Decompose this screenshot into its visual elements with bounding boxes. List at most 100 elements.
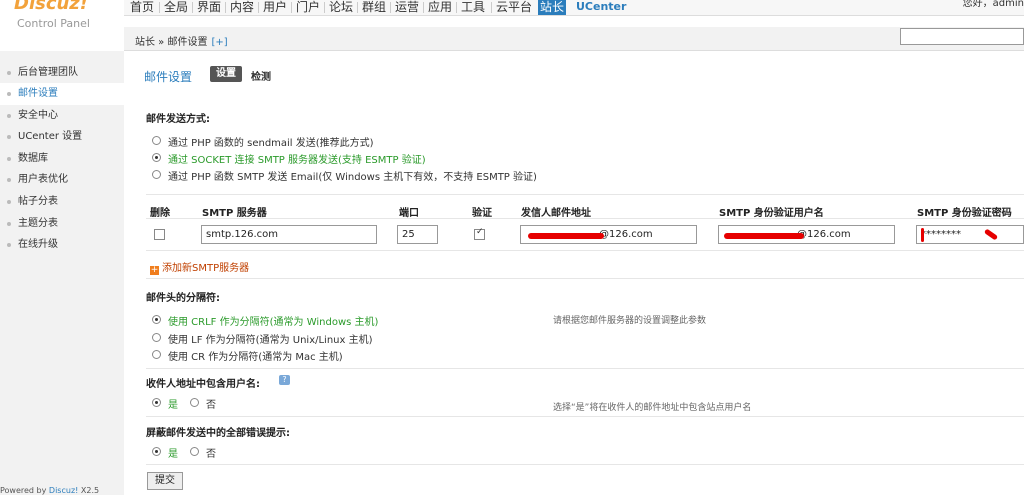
footer-prefix: Powered by [0, 486, 49, 495]
logo: Discuz! Control Panel [0, 0, 124, 36]
bullet-icon [7, 222, 11, 226]
suppress-errors-radio-no[interactable] [190, 447, 199, 456]
col-header-port: 端口 [399, 208, 419, 219]
header-sep-radio-cr[interactable] [152, 350, 161, 359]
nav-operations[interactable]: 运营 [393, 0, 421, 15]
sidebar-item-post-split[interactable]: 帖子分表 [0, 191, 124, 213]
nav-tools[interactable]: 工具 [459, 0, 487, 15]
col-header-password: SMTP 身份验证密码 [917, 208, 1012, 219]
sidebar-item-security[interactable]: 安全中心 [0, 105, 124, 127]
col-header-username: SMTP 身份验证用户名 [719, 208, 824, 219]
sidebar-item-ucenter[interactable]: UCenter 设置 [0, 126, 124, 148]
breadcrumb-text: 站长 » 邮件设置 [135, 37, 208, 48]
sidebar-item-label: 数据库 [18, 153, 48, 164]
search-input[interactable] [900, 28, 1024, 45]
redaction-mark [724, 233, 804, 239]
nav-portal[interactable]: 门户 [294, 0, 322, 15]
send-method-radio-sendmail[interactable] [152, 136, 161, 145]
nav-forum[interactable]: 论坛 [327, 0, 355, 15]
plus-icon: + [150, 265, 159, 275]
nav-separator [258, 2, 259, 13]
header-separator-heading: 邮件头的分隔符: [146, 293, 220, 304]
bullet-icon [7, 135, 11, 139]
sidebar-item-label: UCenter 设置 [18, 131, 83, 142]
send-method-radio-php-smtp[interactable] [152, 170, 161, 179]
tab-test[interactable]: 检测 [251, 68, 271, 83]
nav-separator [456, 2, 457, 13]
smtp-server-input[interactable]: smtp.126.com [201, 225, 377, 244]
nav-groups[interactable]: 群组 [360, 0, 388, 15]
nav-cloud[interactable]: 云平台 [494, 0, 534, 15]
header-sep-tip: 请根据您邮件服务器的设置调整此参数 [553, 316, 707, 326]
sidebar-item-label: 主题分表 [18, 218, 58, 229]
sidebar-item-label: 帖子分表 [18, 196, 58, 207]
nav-content[interactable]: 内容 [228, 0, 256, 15]
add-smtp-label: 添加新SMTP服务器 [162, 263, 250, 274]
divider [146, 218, 1024, 219]
sidebar-item-user-table[interactable]: 用户表优化 [0, 169, 124, 191]
page-title: 邮件设置 [144, 70, 193, 84]
suppress-errors-label-yes: 是 [168, 449, 178, 460]
divider [146, 464, 1024, 465]
sidebar-item-label: 后台管理团队 [18, 67, 78, 78]
nav-separator [159, 2, 160, 13]
col-header-auth: 验证 [472, 208, 492, 219]
col-header-server: SMTP 服务器 [202, 208, 267, 219]
sidebar-item-admin-team[interactable]: 后台管理团队 [0, 62, 124, 84]
smtp-password-input[interactable]: ******** [916, 225, 1024, 244]
redaction-mark [528, 233, 604, 239]
nav-separator [491, 2, 492, 13]
send-method-radio-socket[interactable] [152, 153, 161, 162]
divider [146, 368, 1024, 369]
include-username-radio-yes[interactable] [152, 398, 161, 407]
tab-settings[interactable]: 设置 [210, 66, 242, 82]
smtp-port-input[interactable]: 25 [397, 225, 438, 244]
nav-interface[interactable]: 界面 [195, 0, 223, 15]
sidebar-item-mail-settings[interactable]: 邮件设置 [0, 83, 124, 105]
include-username-tip: 选择“是”将在收件人的邮件地址中包含站点用户名 [553, 403, 752, 413]
header-sep-label-crlf: 使用 CRLF 作为分隔符(通常为 Windows 主机) [168, 317, 379, 328]
nav-global[interactable]: 全局 [162, 0, 190, 15]
divider [146, 278, 1024, 279]
logo-brand: Discuz! [14, 0, 88, 14]
submit-button[interactable]: 提交 [147, 472, 183, 490]
help-icon[interactable]: ? [279, 375, 290, 385]
sidebar-item-upgrade[interactable]: 在线升级 [0, 234, 124, 256]
nav-separator [291, 2, 292, 13]
bullet-icon [7, 200, 11, 204]
include-username-radio-no[interactable] [190, 398, 199, 407]
nav-separator [390, 2, 391, 13]
nav-webmaster[interactable]: 站长 [538, 0, 567, 15]
send-method-label-php-smtp: 通过 PHP 函数 SMTP 发送 Email(仅 Windows 主机下有效，… [168, 172, 537, 183]
nav-apps[interactable]: 应用 [426, 0, 454, 15]
header-sep-label-cr: 使用 CR 作为分隔符(通常为 Mac 主机) [168, 352, 343, 363]
add-shortcut-link[interactable]: [+] [211, 37, 227, 48]
nav-users[interactable]: 用户 [261, 0, 289, 15]
divider [146, 250, 1024, 251]
sidebar: 后台管理团队 邮件设置 安全中心 UCenter 设置 数据库 用户表优化 帖子… [0, 51, 124, 495]
bullet-icon [7, 243, 11, 247]
header-sep-label-lf: 使用 LF 作为分隔符(通常为 Unix/Linux 主机) [168, 335, 373, 346]
sidebar-item-label: 安全中心 [18, 110, 58, 121]
divider [146, 194, 1024, 195]
nav-ucenter[interactable]: UCenter [574, 0, 628, 15]
auth-checkbox[interactable] [474, 227, 485, 240]
sidebar-item-thread-split[interactable]: 主题分表 [0, 213, 124, 235]
footer-brand-link[interactable]: Discuz! [49, 486, 78, 495]
sidebar-item-database[interactable]: 数据库 [0, 148, 124, 170]
header-sep-radio-lf[interactable] [152, 333, 161, 342]
bullet-icon [7, 71, 11, 75]
header-sep-radio-crlf[interactable] [152, 315, 161, 324]
bullet-icon [7, 157, 11, 161]
footer-version: X2.5 [78, 486, 100, 495]
nav-home[interactable]: 首页 [128, 0, 156, 15]
suppress-errors-radio-yes[interactable] [152, 447, 161, 456]
delete-checkbox[interactable] [154, 229, 165, 240]
add-smtp-server-link[interactable]: + 添加新SMTP服务器 [150, 259, 249, 275]
include-username-label-no: 否 [206, 400, 216, 411]
footer: Powered by Discuz! X2.5 [0, 486, 99, 495]
send-method-label-sendmail: 通过 PHP 函数的 sendmail 发送(推荐此方式) [168, 138, 374, 149]
nav-separator [357, 2, 358, 13]
divider [146, 416, 1024, 417]
bullet-icon [7, 92, 11, 96]
